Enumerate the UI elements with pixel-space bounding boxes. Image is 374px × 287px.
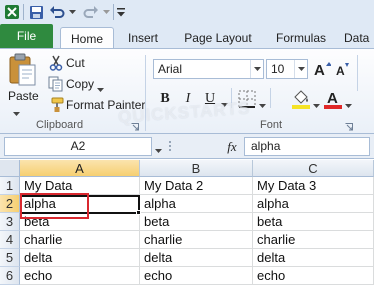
- svg-text:A: A: [327, 90, 338, 107]
- tab-file[interactable]: File: [0, 24, 53, 48]
- quick-access-toolbar: [0, 0, 374, 24]
- cell-c2[interactable]: alpha: [253, 195, 374, 213]
- tab-page-layout[interactable]: Page Layout: [180, 27, 256, 49]
- cell-c3[interactable]: beta: [253, 213, 374, 231]
- tab-formulas[interactable]: Formulas: [270, 27, 332, 49]
- cut-button[interactable]: Cut: [66, 56, 85, 70]
- insert-function-button[interactable]: fx: [222, 137, 242, 156]
- font-launcher-icon[interactable]: [345, 120, 353, 134]
- cell-a1[interactable]: My Data: [20, 177, 140, 195]
- fill-color-dropdown-icon[interactable]: [313, 97, 320, 111]
- cell-b1[interactable]: My Data 2: [140, 177, 253, 195]
- cell-c1[interactable]: My Data 3: [253, 177, 374, 195]
- paste-icon[interactable]: [7, 53, 37, 87]
- save-icon[interactable]: [27, 3, 45, 21]
- row-header-2[interactable]: 2: [0, 195, 20, 213]
- row-header-3[interactable]: 3: [0, 213, 20, 231]
- font-name-dropdown-icon[interactable]: [250, 60, 263, 78]
- cell-c6[interactable]: echo: [253, 267, 374, 285]
- row-header-4[interactable]: 4: [0, 231, 20, 249]
- formula-input[interactable]: alpha: [244, 137, 370, 156]
- name-box[interactable]: A2: [4, 137, 152, 156]
- row-header-5[interactable]: 5: [0, 249, 20, 267]
- font-color-icon[interactable]: A: [323, 88, 343, 113]
- copy-icon: [48, 76, 64, 95]
- cell-c5[interactable]: delta: [253, 249, 374, 267]
- name-box-dropdown-icon[interactable]: [155, 142, 162, 156]
- tab-home[interactable]: Home: [60, 27, 114, 49]
- column-header-c[interactable]: C: [253, 160, 374, 177]
- borders-dropdown-icon[interactable]: [259, 97, 266, 111]
- qat-separator: [23, 4, 24, 20]
- font-size-select[interactable]: 10: [266, 59, 308, 79]
- svg-text:A: A: [314, 62, 325, 78]
- ribbon-button-separator: [270, 88, 271, 108]
- row-header-6[interactable]: 6: [0, 267, 20, 285]
- cell-a2[interactable]: alpha: [20, 195, 140, 213]
- font-size-value: 10: [271, 62, 285, 76]
- cell-a4[interactable]: charlie: [20, 231, 140, 249]
- font-name-select[interactable]: Arial: [153, 59, 264, 79]
- row-header-1[interactable]: 1: [0, 177, 20, 195]
- font-name-value: Arial: [158, 62, 183, 76]
- cell-a6[interactable]: echo: [20, 267, 140, 285]
- ribbon-tab-bar: Home Insert Page Layout Formulas Data: [0, 24, 374, 49]
- ribbon-group-separator: [357, 55, 358, 91]
- font-color-dropdown-icon[interactable]: [345, 97, 352, 111]
- shrink-font-icon[interactable]: A: [335, 62, 351, 81]
- copy-dropdown-icon[interactable]: [97, 81, 104, 95]
- excel-logo-icon[interactable]: [3, 3, 21, 21]
- column-header-b[interactable]: B: [140, 160, 253, 177]
- qat-separator: [113, 4, 114, 20]
- cell-b4[interactable]: charlie: [140, 231, 253, 249]
- grow-font-icon[interactable]: A: [313, 60, 332, 81]
- cell-a3[interactable]: beta: [20, 213, 140, 231]
- copy-button[interactable]: Copy: [66, 77, 94, 91]
- fill-handle[interactable]: [136, 210, 141, 215]
- tab-data[interactable]: Data: [344, 27, 374, 49]
- svg-text:A: A: [336, 64, 345, 78]
- font-group-label: Font: [260, 119, 283, 131]
- cell-a5[interactable]: delta: [20, 249, 140, 267]
- fill-color-icon[interactable]: [291, 88, 311, 113]
- undo-dropdown-icon[interactable]: [67, 3, 77, 21]
- paste-dropdown-icon[interactable]: [13, 105, 20, 119]
- formula-bar-grip-icon[interactable]: [168, 139, 172, 156]
- tab-insert[interactable]: Insert: [120, 27, 166, 49]
- cell-c4[interactable]: charlie: [253, 231, 374, 249]
- paste-button[interactable]: Paste: [8, 89, 39, 103]
- clipboard-group-label: Clipboard: [36, 119, 84, 131]
- undo-icon[interactable]: [48, 3, 66, 21]
- column-header-a[interactable]: A: [20, 160, 140, 177]
- spreadsheet-grid: A B C 1 2 3 4 5 6 My Data My Data 2 My D…: [0, 160, 374, 287]
- redo-dropdown-icon[interactable]: [101, 3, 111, 21]
- format-painter-icon: [48, 97, 64, 116]
- cell-b3[interactable]: beta: [140, 213, 253, 231]
- formula-bar: A2 fx alpha: [0, 134, 374, 159]
- font-size-dropdown-icon[interactable]: [294, 60, 307, 78]
- cell-b6[interactable]: echo: [140, 267, 253, 285]
- redo-icon[interactable]: [82, 3, 100, 21]
- cut-icon: [48, 55, 64, 74]
- cell-b2[interactable]: alpha: [140, 195, 253, 213]
- customize-toolbar-icon[interactable]: [116, 3, 126, 21]
- cell-b5[interactable]: delta: [140, 249, 253, 267]
- select-all-button[interactable]: [0, 160, 20, 177]
